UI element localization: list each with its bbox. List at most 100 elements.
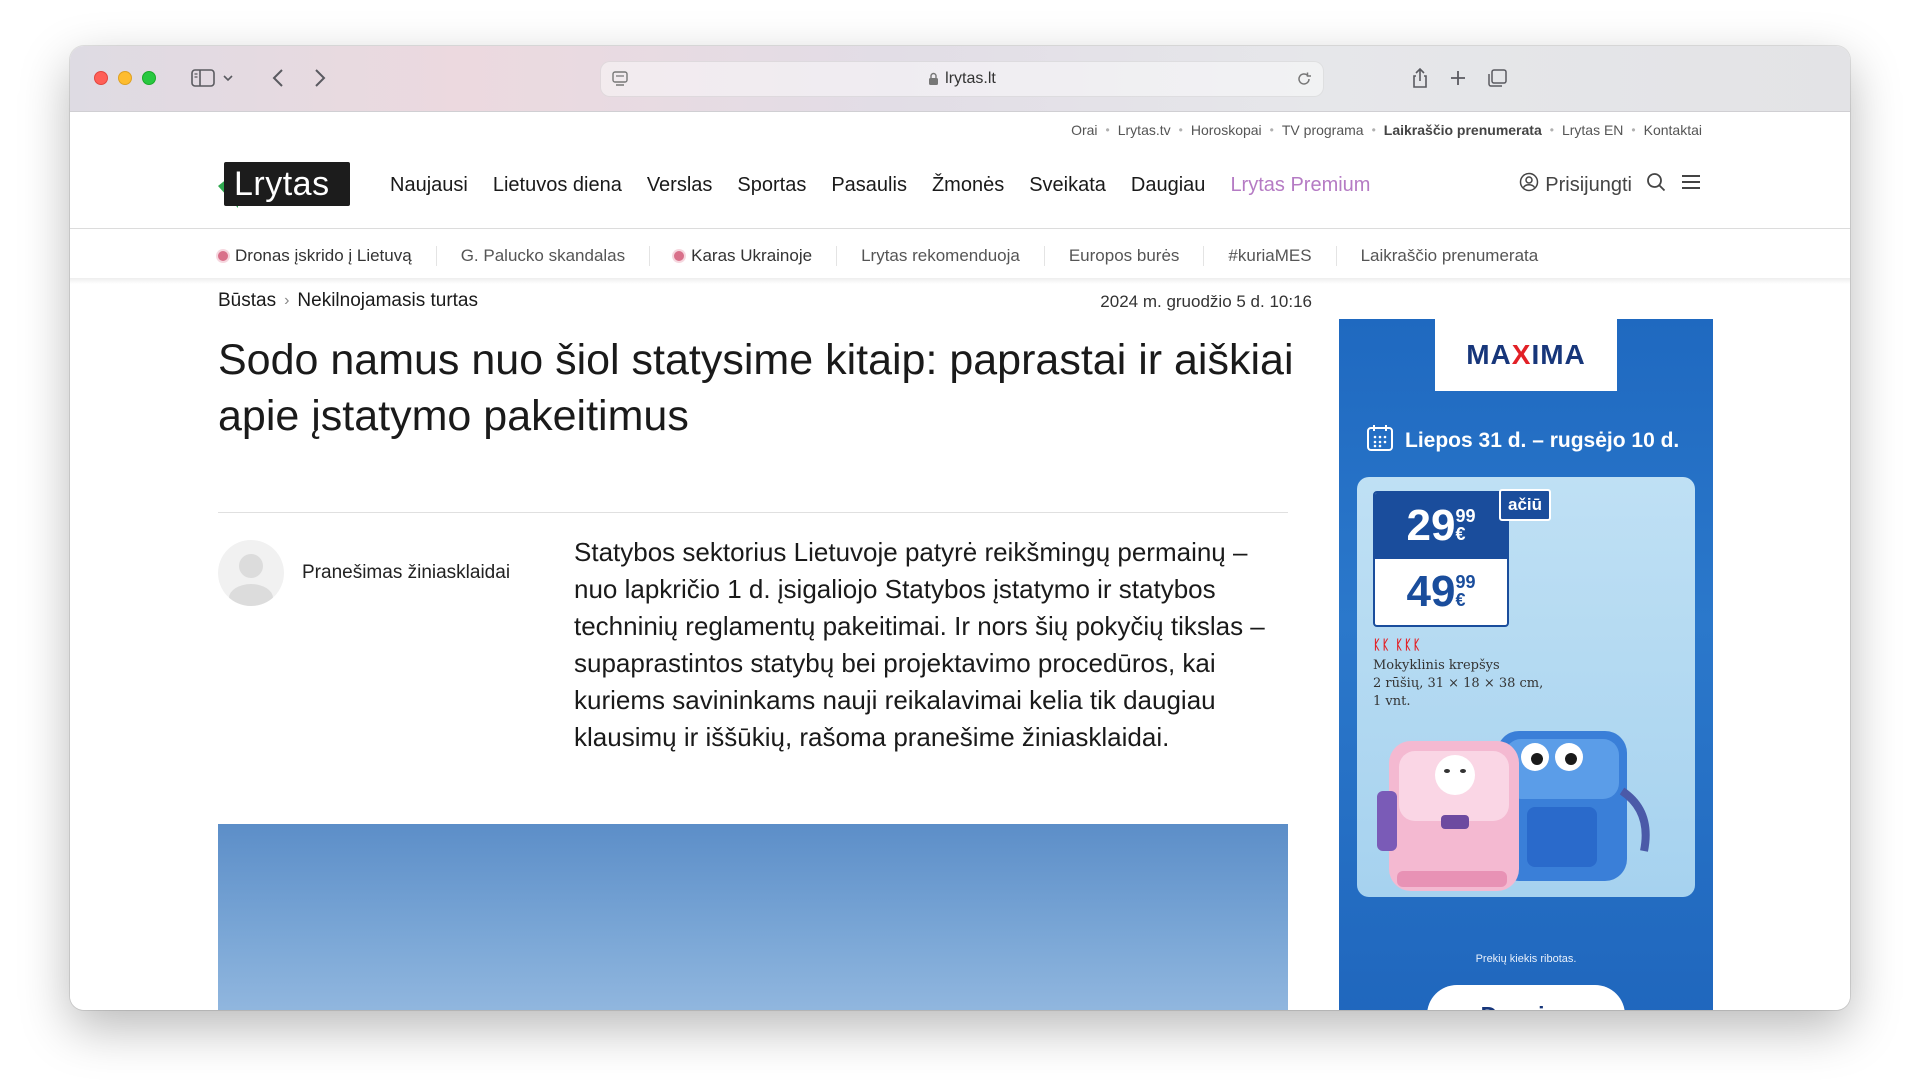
browser-window: lrytas.lt Orai • Lrytas.tv • Horoskopai • TV p…: [70, 46, 1850, 1010]
login-label: Prisijungti: [1545, 173, 1632, 196]
trending-topic-label: Dronas įskrido į Lietuvą: [235, 246, 412, 265]
trending-topic[interactable]: Laikraščio prenumerata: [1337, 246, 1563, 266]
trending-topic[interactable]: #kuriaMES: [1204, 246, 1337, 266]
trending-topics-bar: Dronas įskrido į Lietuvą G. Palucko skand…: [218, 236, 1562, 276]
product-name: Mokyklinis krepšys: [1373, 658, 1500, 673]
reload-icon[interactable]: [1295, 70, 1313, 93]
nav-item[interactable]: Sportas: [737, 174, 806, 197]
school-bags-image: [1377, 731, 1650, 891]
price-fraction: 99 €: [1455, 507, 1475, 543]
sidebar-toggle-icon[interactable]: [188, 64, 218, 92]
logo-text: Lrytas: [224, 162, 350, 206]
article-headline: Sodo namus nuo šiol statysime kitaip: pa…: [218, 336, 1294, 440]
sale-price: 29 99 €: [1375, 493, 1507, 559]
forward-icon[interactable]: [308, 64, 332, 92]
url-text: lrytas.lt: [945, 70, 996, 87]
calendar-icon: [1365, 423, 1395, 459]
article-hero-image: [218, 824, 1288, 1010]
breadcrumb-item[interactable]: Nekilnojamasis turtas: [297, 290, 478, 312]
ad-disclaimer: Prekių kiekis ribotas.: [1475, 953, 1577, 965]
ad-date-range: Liepos 31 d. – rugsėjo 10 d.: [1365, 423, 1679, 459]
author-name[interactable]: Pranešimas žiniasklaidai: [302, 562, 510, 584]
trending-topic[interactable]: Europos burės: [1045, 246, 1205, 266]
nav-divider: [70, 228, 1850, 229]
link-separator: •: [1371, 123, 1376, 137]
user-area: Prisijungti: [1519, 172, 1702, 198]
zoom-window-button[interactable]: [142, 71, 156, 85]
live-dot-icon: [674, 251, 685, 261]
ad-more-button[interactable]: Daugiau: [1427, 985, 1625, 1010]
breadcrumb: Būstas › Nekilnojamasis turtas: [218, 290, 478, 312]
trending-topic-label: G. Palucko skandalas: [460, 246, 626, 265]
live-dot-icon: [218, 251, 228, 261]
product-description: Mokyklinis krepšys 2 rūšių, 31 × 18 × 38…: [1373, 657, 1553, 711]
link-separator: •: [1105, 123, 1110, 137]
menu-icon[interactable]: [1680, 173, 1702, 197]
address-bar[interactable]: lrytas.lt: [600, 61, 1324, 97]
price-fraction: 99 €: [1455, 573, 1475, 609]
aciu-badge: ačiū: [1499, 489, 1551, 521]
nav-item[interactable]: Lietuvos diena: [493, 174, 622, 197]
brand-text: IMA: [1531, 339, 1586, 370]
product-quantity: 1 vnt.: [1373, 694, 1411, 709]
share-icon[interactable]: [1408, 64, 1432, 92]
price-currency: €: [1455, 590, 1466, 610]
nav-item[interactable]: Naujausi: [390, 174, 468, 197]
price-cents: 99: [1455, 572, 1476, 592]
top-link[interactable]: Horoskopai: [1191, 122, 1262, 138]
lock-icon: [928, 72, 939, 86]
price-box: 29 99 € 49 99 €: [1373, 491, 1509, 627]
new-tab-icon[interactable]: [1446, 64, 1470, 92]
nav-item[interactable]: Verslas: [647, 174, 713, 197]
top-link[interactable]: Lrytas.tv: [1118, 122, 1171, 138]
chevron-down-icon[interactable]: [220, 64, 236, 92]
ad-dates-text: Liepos 31 d. – rugsėjo 10 d.: [1405, 429, 1680, 452]
top-link[interactable]: Lrytas EN: [1562, 122, 1623, 138]
link-separator: •: [1269, 123, 1274, 137]
trending-topic[interactable]: Lrytas rekomenduoja: [837, 246, 1045, 266]
tab-overview-icon[interactable]: [1484, 64, 1510, 92]
headline-divider: [218, 512, 1288, 513]
nav-item[interactable]: Pasaulis: [831, 174, 907, 197]
link-separator: •: [1178, 123, 1183, 137]
trending-topic[interactable]: Dronas įskrido į Lietuvą: [218, 246, 437, 266]
nav-item[interactable]: Daugiau: [1131, 174, 1206, 197]
lrytas-logo[interactable]: Lrytas: [218, 162, 350, 210]
top-link[interactable]: Laikraščio prenumerata: [1384, 122, 1542, 138]
nav-item[interactable]: Lrytas Premium: [1230, 174, 1370, 197]
top-link[interactable]: Orai: [1071, 122, 1097, 138]
product-card: 29 99 € 49 99 € ačiū ᛕᛕ ᛕᛕᛕ Mokyklinis k…: [1357, 477, 1695, 897]
link-separator: •: [1631, 123, 1636, 137]
price-main: 49: [1406, 567, 1456, 616]
trending-topic[interactable]: Karas Ukrainoje: [650, 246, 838, 266]
chevron-right-icon: ›: [284, 292, 290, 309]
main-navigation: Naujausi Lietuvos diena Verslas Sportas Pasa…: [390, 174, 1370, 197]
nav-item[interactable]: Žmonės: [932, 174, 1004, 197]
browser-toolbar: lrytas.lt: [70, 46, 1850, 112]
trending-topic-label: Laikraščio prenumerata: [1360, 246, 1539, 265]
minimize-window-button[interactable]: [118, 71, 132, 85]
trending-topic-label: Karas Ukrainoje: [691, 246, 813, 265]
back-icon[interactable]: [266, 64, 290, 92]
breadcrumb-item[interactable]: Būstas: [218, 290, 276, 312]
top-link[interactable]: TV programa: [1282, 122, 1364, 138]
brand-x: X: [1511, 339, 1532, 370]
top-utility-links: Orai • Lrytas.tv • Horoskopai • TV programa • La…: [1071, 122, 1702, 138]
trending-topic[interactable]: G. Palucko skandalas: [437, 246, 651, 266]
product-spec: 2 rūšių, 31 × 18 × 38 cm,: [1373, 676, 1544, 691]
user-icon: [1519, 172, 1539, 198]
close-window-button[interactable]: [94, 71, 108, 85]
search-icon[interactable]: [1646, 172, 1666, 198]
login-link[interactable]: Prisijungti: [1519, 172, 1632, 198]
maxima-advertisement[interactable]: MA X IMA Liepos 31 d. – rugsėjo 10 d. 29 9…: [1339, 319, 1713, 1010]
top-link[interactable]: Kontaktai: [1644, 122, 1702, 138]
author-avatar: [218, 540, 284, 606]
trending-topic-label: Lrytas rekomenduoja: [861, 246, 1020, 265]
article-lead: Statybos sektorius Lietuvoje patyrė reik…: [574, 537, 1265, 752]
regular-price: 49 99 €: [1375, 559, 1507, 625]
nav-item[interactable]: Sveikata: [1029, 174, 1106, 197]
page-settings-icon[interactable]: [611, 70, 629, 93]
trending-topic-label: Europos burės: [1068, 246, 1180, 265]
price-currency: €: [1455, 524, 1466, 544]
trending-topic-label: #kuriaMES: [1228, 246, 1312, 265]
